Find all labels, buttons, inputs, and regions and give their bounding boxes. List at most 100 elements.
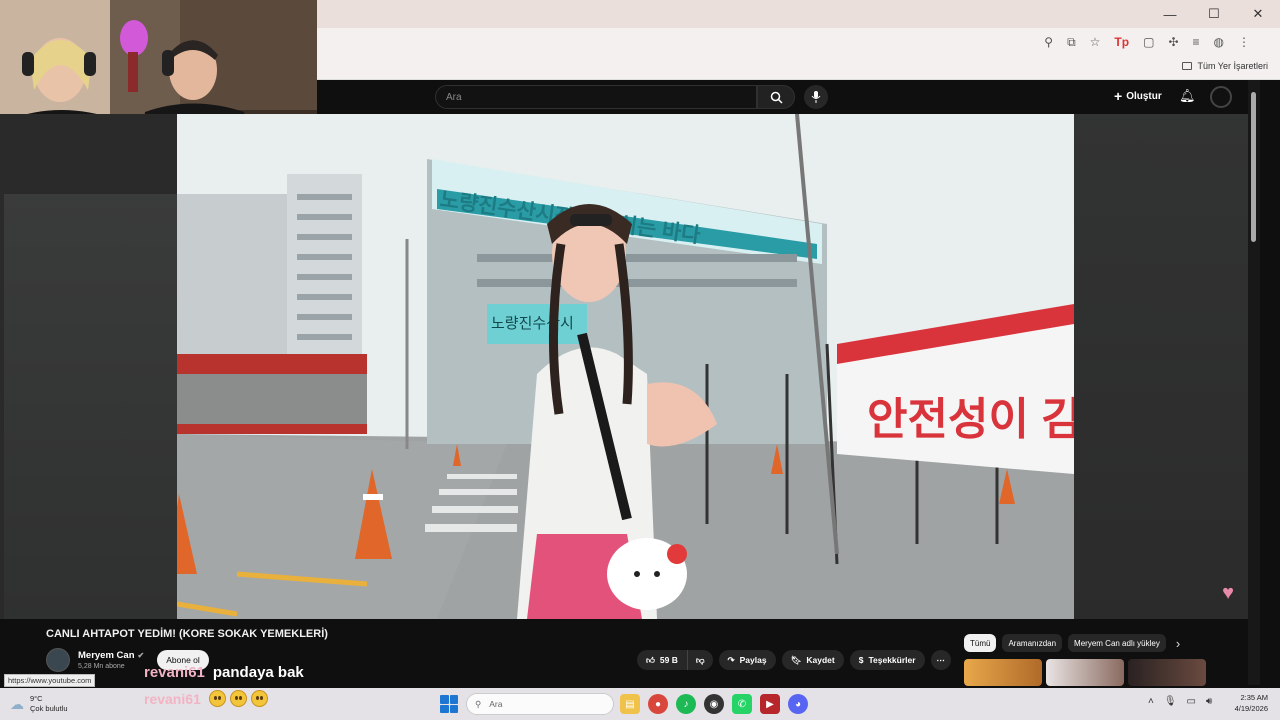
recommended-video-thumbnail[interactable] <box>1128 659 1206 686</box>
channel-avatar[interactable] <box>46 648 70 672</box>
browser-menu-icon[interactable]: ⋮ <box>1238 35 1250 49</box>
save-button[interactable]: 🔖︎ Kaydet <box>781 650 844 670</box>
whatsapp-icon[interactable]: ✆ <box>732 694 752 714</box>
install-app-icon[interactable]: ⧉ <box>1067 35 1076 50</box>
weather-widget[interactable]: ☁ 9°C Çok bulutlu <box>10 694 68 714</box>
pleading-face-emoji-icon <box>208 690 226 707</box>
taskbar-search-placeholder: Ara <box>489 699 503 709</box>
pleading-face-emoji-icon <box>229 690 247 707</box>
more-actions-button[interactable]: ⋯ <box>930 650 951 670</box>
notifications-bell-icon[interactable]: 🔔︎ <box>1179 88 1196 104</box>
chat-text: pandaya bak <box>212 664 304 681</box>
media-control-icon[interactable]: ≡ <box>1193 35 1200 49</box>
maximize-button[interactable]: ☐ <box>1192 0 1236 28</box>
verified-check-icon: ✔ <box>137 651 145 660</box>
recommended-video-thumbnail[interactable] <box>1046 659 1124 686</box>
cloud-icon: ☁ <box>10 695 24 712</box>
bookmark-star-icon[interactable]: ☆ <box>1090 35 1101 49</box>
thanks-label: Teşekkürler <box>868 655 916 665</box>
dollar-icon: $ <box>858 655 864 665</box>
kick-icon[interactable]: ▶ <box>760 694 780 714</box>
network-icon[interactable]: ▭ <box>1187 696 1196 707</box>
folder-icon <box>1182 62 1193 70</box>
create-button[interactable]: + Oluştur <box>1114 88 1162 104</box>
video-player[interactable]: 노량진수산시장은 숨쉬는 바다 노량진수산시 안전성이 김 <box>177 114 1074 619</box>
microphone-tray-icon[interactable]: 🎙︎ <box>1164 696 1177 707</box>
chip-channel[interactable]: Meryem Can adlı yükley <box>1068 634 1166 652</box>
volume-icon[interactable]: 🔊︎ <box>1206 696 1212 707</box>
chip-all[interactable]: Tümü <box>964 634 997 652</box>
file-explorer-icon[interactable]: ▤ <box>620 694 640 714</box>
dislike-button[interactable]: 👎︎ <box>687 650 713 670</box>
create-label: Oluştur <box>1126 90 1162 102</box>
chip-from-search[interactable]: Aramanızdan <box>1002 634 1063 652</box>
search-button[interactable] <box>757 85 795 109</box>
like-button[interactable]: 👍︎ 59 B <box>637 650 688 670</box>
share-arrow-icon: ↷ <box>727 654 735 665</box>
share-button[interactable]: ↷ Paylaş <box>718 650 776 670</box>
thumbs-down-icon: 👎︎ <box>695 654 705 665</box>
stream-chat-message: revani61 pandaya bak <box>144 664 304 681</box>
microphone-icon <box>811 91 821 103</box>
all-bookmarks-button[interactable]: Tüm Yer İşaretleri <box>1182 61 1268 71</box>
recommended-video-thumbnail[interactable] <box>964 659 1042 686</box>
status-url-tooltip: https://www.youtube.com <box>4 674 96 687</box>
building-lower-sign-text: 노량진수산시 <box>491 315 574 332</box>
channel-name-label: Meryem Can <box>78 650 135 661</box>
taskbar-apps: ▤ ● ♪ ◉ ✆ ▶ ◕ <box>620 694 808 714</box>
bookmark-icon: 🔖︎ <box>790 654 802 665</box>
chevron-right-icon[interactable]: › <box>1176 636 1180 651</box>
spotify-icon[interactable]: ♪ <box>676 694 696 714</box>
plus-icon: + <box>1114 88 1123 104</box>
thanks-button[interactable]: $ Teşekkürler <box>849 650 925 670</box>
obs-icon[interactable]: ◉ <box>704 694 724 714</box>
system-tray: ˄ 🎙︎ ▭ 🔊︎ <box>1148 696 1212 707</box>
chat-emotes <box>208 690 268 707</box>
clock-date: 4/19/2026 <box>1234 704 1268 713</box>
extension-icon[interactable]: ▢ <box>1143 35 1154 49</box>
close-button[interactable]: ✕ <box>1236 0 1280 28</box>
browser-title-bar: — ☐ ✕ <box>317 0 1280 28</box>
search-input[interactable]: Ara <box>435 85 757 109</box>
profile-icon[interactable]: ◍ <box>1214 35 1224 49</box>
recommendation-chips: Tümü Aramanızdan Meryem Can adlı yükley … <box>964 634 1180 652</box>
weather-description: Çok bulutlu <box>30 704 68 713</box>
address-bar-row: ⚲ ⧉ ☆ Tp ▢ ✣ ≡ ◍ ⋮ <box>317 28 1280 56</box>
page-scrollbar[interactable] <box>1248 80 1260 685</box>
banner-text: 안전성이 김 <box>867 395 1074 444</box>
clock-time: 2:35 AM <box>1240 693 1268 702</box>
taskbar-clock[interactable]: 2:35 AM 4/19/2026 <box>1228 692 1268 714</box>
chat-username: revani61 <box>144 664 205 681</box>
video-actions: 👍︎ 59 B 👎︎ ↷ Paylaş 🔖︎ Kaydet $ Teşekkür… <box>637 650 951 670</box>
player-blur-left <box>4 194 177 619</box>
extension-tp-icon[interactable]: Tp <box>1114 35 1129 49</box>
channel-name[interactable]: Meryem Can ✔ <box>78 650 144 661</box>
pleading-face-emoji-icon <box>250 690 268 707</box>
channel-watermark-heart-icon: ♥ <box>1222 582 1234 604</box>
search-icon: ⚲ <box>475 698 482 709</box>
chrome-icon[interactable]: ● <box>648 694 668 714</box>
stream-chat-message-2: revani61 <box>144 690 268 707</box>
save-label: Kaydet <box>806 655 835 665</box>
like-count: 59 B <box>659 655 678 665</box>
bookmarks-bar: Tüm Yer İşaretleri <box>317 56 1280 80</box>
user-avatar[interactable] <box>1210 86 1232 108</box>
windows-start-icon[interactable] <box>440 695 458 713</box>
temperature: 9°C <box>30 694 43 703</box>
youtube-header: Ara + Oluştur 🔔︎ <box>317 80 1280 114</box>
recommended-thumbnails <box>964 659 1206 686</box>
thumbs-up-icon: 👍︎ <box>646 654 655 665</box>
subscriber-count: 5,28 Mn abone <box>78 663 125 670</box>
extensions-puzzle-icon[interactable]: ✣ <box>1168 35 1178 49</box>
share-label: Paylaş <box>739 655 767 665</box>
taskbar-search[interactable]: ⚲ Ara <box>466 693 614 715</box>
voice-search-button[interactable] <box>804 85 828 109</box>
scrollbar-thumb[interactable] <box>1251 92 1256 242</box>
zoom-icon[interactable]: ⚲ <box>1044 35 1053 49</box>
all-bookmarks-label: Tüm Yer İşaretleri <box>1197 61 1268 71</box>
minimize-button[interactable]: — <box>1148 0 1192 28</box>
discord-icon[interactable]: ◕ <box>788 694 808 714</box>
search-icon <box>770 91 783 104</box>
video-title: CANLI AHTAPOT YEDİM! (KORE SOKAK YEMEKLE… <box>46 628 328 640</box>
tray-chevron-up-icon[interactable]: ˄ <box>1148 696 1154 707</box>
